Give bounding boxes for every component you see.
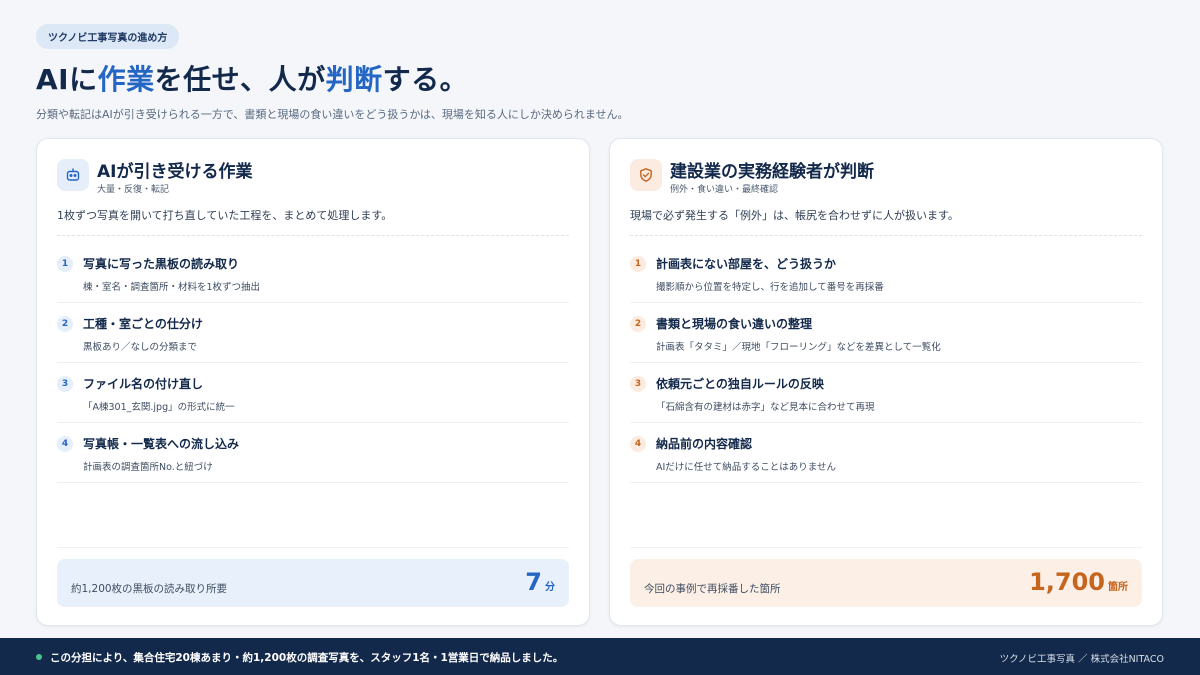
item-description: 「A棟301_玄関.jpg」の形式に統一 <box>83 402 235 413</box>
ai-card-subtitle: 大量・反復・転記 <box>97 185 170 195</box>
list-item: 4 納品前の内容確認 AIだけに任せて納品することはありません <box>630 423 1142 483</box>
shield-check-icon <box>630 159 662 191</box>
item-description: AIだけに任せて納品することはありません <box>656 462 837 473</box>
item-number-badge: 3 <box>630 376 646 392</box>
human-card-subtitle: 例外・食い違い・最終確認 <box>670 185 779 195</box>
status-dot-icon <box>36 654 42 660</box>
list-item: 1 写真に写った黒板の読み取り 棟・室名・調査箇所・材料を1枚ずつ抽出 <box>57 243 569 303</box>
footer-bar: この分担により、集合住宅20棟あまり・約1,200枚の調査写真を、スタッフ1名・… <box>0 638 1200 675</box>
item-description: 棟・室名・調査箇所・材料を1枚ずつ抽出 <box>83 282 261 293</box>
human-task-list: 1 計画表にない部屋を、どう扱うか 撮影順から位置を特定し、行を追加して番号を再… <box>630 243 1142 483</box>
stat-label: 今回の事例で再採番した箇所 <box>644 583 781 595</box>
item-title: 依頼元ごとの独自ルールの反映 <box>656 377 824 391</box>
stat-number: 1,700 <box>1029 568 1105 596</box>
ai-stat-box: 約1,200枚の黒板の読み取り所要 7 分 <box>57 559 569 607</box>
stat-value: 7 分 <box>525 568 555 596</box>
list-item: 4 写真帳・一覧表への流し込み 計画表の調査箇所No.と紐づけ <box>57 423 569 483</box>
list-item: 2 書類と現場の食い違いの整理 計画表「タタミ」／現地「フローリング」などを差異… <box>630 303 1142 363</box>
title-part-2: を任せ、人が <box>154 63 326 96</box>
page-title: AIに作業を任せ、人が判断する。 <box>36 58 468 98</box>
divider <box>630 547 1142 548</box>
footer-summary: この分担により、集合住宅20棟あまり・約1,200枚の調査写真を、スタッフ1名・… <box>50 652 564 664</box>
item-title: ファイル名の付け直し <box>83 377 204 391</box>
item-title: 工種・室ごとの仕分け <box>83 317 203 331</box>
item-number-badge: 4 <box>630 436 646 452</box>
item-title: 写真帳・一覧表への流し込み <box>83 437 240 451</box>
ai-card-description: 1枚ずつ写真を開いて打ち直していた工程を、まとめて処理します。 <box>57 209 393 222</box>
title-part-1: AIに <box>36 63 98 96</box>
divider <box>57 235 569 236</box>
list-item: 2 工種・室ごとの仕分け 黒板あり／なしの分類まで <box>57 303 569 363</box>
stat-label: 約1,200枚の黒板の読み取り所要 <box>71 583 228 595</box>
human-card-title: 建設業の実務経験者が判断 <box>670 162 874 182</box>
human-stat-box: 今回の事例で再採番した箇所 1,700 箇所 <box>630 559 1142 607</box>
stat-unit: 分 <box>545 582 555 593</box>
item-number-badge: 2 <box>57 316 73 332</box>
title-highlight-work: 作業 <box>97 63 155 96</box>
item-number-badge: 3 <box>57 376 73 392</box>
title-highlight-judgment: 判断 <box>325 63 383 96</box>
ai-card-title: AIが引き受ける作業 <box>97 162 253 182</box>
section-tag: ツクノビ工事写真の進め方 <box>36 24 180 49</box>
item-description: 計画表の調査箇所No.と紐づけ <box>83 462 213 473</box>
item-title: 写真に写った黒板の読み取り <box>83 257 240 271</box>
item-number-badge: 2 <box>630 316 646 332</box>
human-judgment-card: 建設業の実務経験者が判断 例外・食い違い・最終確認 現場で必ず発生する「例外」は… <box>609 138 1163 626</box>
item-number-badge: 4 <box>57 436 73 452</box>
page-subtitle: 分類や転記はAIが引き受けられる一方で、書類と現場の食い違いをどう扱うかは、現場… <box>36 108 629 121</box>
list-item: 3 依頼元ごとの独自ルールの反映 「石綿含有の建材は赤字」など見本に合わせて再現 <box>630 363 1142 423</box>
item-title: 書類と現場の食い違いの整理 <box>656 317 813 331</box>
human-card-description: 現場で必ず発生する「例外」は、帳尻を合わせずに人が扱います。 <box>630 209 959 222</box>
stat-number: 7 <box>525 568 542 596</box>
divider <box>630 235 1142 236</box>
divider <box>57 547 569 548</box>
item-description: 計画表「タタミ」／現地「フローリング」などを差異として一覧化 <box>656 342 941 353</box>
item-number-badge: 1 <box>57 256 73 272</box>
footer-brand: ツクノビ工事写真 ／ 株式会社NITACO <box>999 654 1164 665</box>
item-number-badge: 1 <box>630 256 646 272</box>
item-description: 撮影順から位置を特定し、行を追加して番号を再採番 <box>656 282 884 293</box>
stat-unit: 箇所 <box>1108 582 1128 593</box>
item-description: 「石綿含有の建材は赤字」など見本に合わせて再現 <box>656 402 875 413</box>
stat-value: 1,700 箇所 <box>1029 568 1128 596</box>
item-title: 計画表にない部屋を、どう扱うか <box>656 257 837 271</box>
list-item: 3 ファイル名の付け直し 「A棟301_玄関.jpg」の形式に統一 <box>57 363 569 423</box>
robot-icon <box>57 159 89 191</box>
item-description: 黒板あり／なしの分類まで <box>83 342 198 353</box>
ai-task-list: 1 写真に写った黒板の読み取り 棟・室名・調査箇所・材料を1枚ずつ抽出 2 工種… <box>57 243 569 483</box>
item-title: 納品前の内容確認 <box>656 437 753 451</box>
ai-tasks-card: AIが引き受ける作業 大量・反復・転記 1枚ずつ写真を開いて打ち直していた工程を… <box>36 138 590 626</box>
list-item: 1 計画表にない部屋を、どう扱うか 撮影順から位置を特定し、行を追加して番号を再… <box>630 243 1142 303</box>
title-part-3: する。 <box>382 63 469 96</box>
